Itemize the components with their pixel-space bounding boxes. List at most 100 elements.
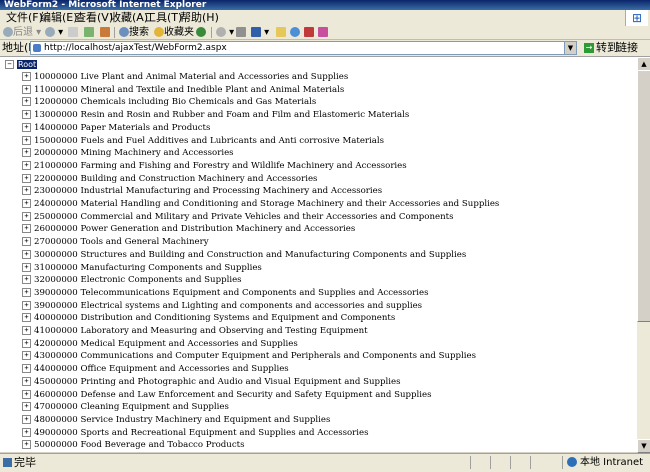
tree-node[interactable]: +24000000 Material Handling and Conditio… [22, 198, 499, 210]
tree-node-label[interactable]: 12000000 Chemicals including Bio Chemica… [34, 97, 316, 107]
tree-node[interactable]: +48000000 Service Industry Machinery and… [22, 414, 330, 426]
expand-icon[interactable]: + [22, 338, 31, 348]
tree-node[interactable]: +20000000 Mining Machinery and Accessori… [22, 147, 234, 159]
tree-node[interactable]: +50000000 Food Beverage and Tobacco Prod… [22, 439, 245, 451]
tree-node[interactable]: +11000000 Mineral and Textile and Inedib… [22, 84, 344, 96]
address-input[interactable]: http://localhost/ajaxTest/WebForm2.aspx … [30, 41, 577, 55]
tree-node-label[interactable]: 31000000 Manufacturing Components and Su… [34, 263, 262, 273]
tree-node-label[interactable]: 25000000 Commercial and Military and Pri… [34, 212, 453, 222]
expand-icon[interactable]: + [22, 84, 31, 94]
expand-icon[interactable]: + [22, 224, 31, 234]
home-button[interactable] [100, 26, 110, 39]
forward-button[interactable]: ▾ [45, 26, 63, 39]
expand-icon[interactable]: + [22, 122, 31, 132]
tree-node-label[interactable]: 10000000 Live Plant and Animal Material … [34, 72, 348, 82]
tree-node-label[interactable]: 41000000 Laboratory and Measuring and Ob… [34, 326, 368, 336]
expand-icon[interactable]: + [22, 326, 31, 335]
refresh-button[interactable] [84, 26, 94, 39]
expand-icon[interactable]: + [22, 440, 31, 450]
address-dropdown-icon[interactable]: ▼ [564, 42, 576, 54]
tree-node-label[interactable]: 11000000 Mineral and Textile and Inedibl… [34, 85, 344, 95]
expand-icon[interactable]: + [22, 414, 31, 424]
tree-node-label[interactable]: 20000000 Mining Machinery and Accessorie… [34, 148, 234, 158]
expand-icon[interactable]: + [22, 211, 31, 221]
expand-icon[interactable]: + [22, 72, 31, 81]
translate-button[interactable] [318, 26, 328, 39]
tree-node[interactable]: +12000000 Chemicals including Bio Chemic… [22, 96, 316, 108]
tree-node[interactable]: +13000000 Resin and Rosin and Rubber and… [22, 109, 409, 121]
tree-node-label[interactable]: 21000000 Farming and Fishing and Forestr… [34, 161, 407, 171]
print-button[interactable] [236, 26, 246, 39]
vertical-scrollbar[interactable]: ▲ ▼ [637, 57, 650, 453]
tree-node[interactable]: +32000000 Electronic Components and Supp… [22, 274, 242, 286]
tree-node[interactable]: +31000000 Manufacturing Components and S… [22, 262, 262, 274]
scroll-up-button[interactable]: ▲ [637, 57, 650, 71]
tree-node[interactable]: +25000000 Commercial and Military and Pr… [22, 211, 453, 223]
tree-node-label[interactable]: 48000000 Service Industry Machinery and … [34, 415, 330, 425]
collapse-icon[interactable]: − [5, 60, 14, 69]
tree-node-label[interactable]: 39000000 Electrical systems and Lighting… [34, 301, 422, 311]
tree-node[interactable]: +22000000 Building and Construction Mach… [22, 173, 317, 185]
tree-node-label[interactable]: 44000000 Office Equipment and Accessorie… [34, 364, 289, 374]
expand-icon[interactable]: + [22, 351, 31, 361]
tree-node[interactable]: +47000000 Cleaning Equipment and Supplie… [22, 401, 229, 413]
tree-node[interactable]: +21000000 Farming and Fishing and Forest… [22, 160, 407, 172]
tree-node[interactable]: +45000000 Printing and Photographic and … [22, 376, 401, 388]
expand-icon[interactable]: + [22, 173, 31, 183]
messenger-button[interactable] [290, 26, 300, 39]
expand-icon[interactable]: + [22, 186, 31, 196]
edit-word-button[interactable]: ▾ [251, 26, 269, 39]
tree-root-label[interactable]: Root [17, 60, 38, 69]
expand-icon[interactable]: + [22, 135, 31, 145]
tree-node-label[interactable]: 46000000 Defense and Law Enforcement and… [34, 390, 432, 400]
tree-node[interactable]: +41000000 Laboratory and Measuring and O… [22, 325, 368, 337]
tree-node[interactable]: +46000000 Defense and Law Enforcement an… [22, 389, 432, 401]
tree-node-label[interactable]: 40000000 Distribution and Conditioning S… [34, 313, 395, 323]
expand-icon[interactable]: + [22, 237, 31, 247]
tree-root[interactable]: − Root [5, 60, 38, 70]
go-button[interactable]: → 转到 [584, 41, 618, 55]
tree-node[interactable]: +39000000 Telecommunications Equipment a… [22, 287, 428, 299]
tree-node-label[interactable]: 39000000 Telecommunications Equipment an… [34, 288, 428, 298]
expand-icon[interactable]: + [22, 249, 31, 259]
history-button[interactable]: ▾ [216, 26, 234, 39]
tree-node[interactable]: +49000000 Sports and Recreational Equipm… [22, 427, 369, 439]
tree-node[interactable]: +42000000 Medical Equipment and Accessor… [22, 338, 298, 350]
tree-node-label[interactable]: 47000000 Cleaning Equipment and Supplies [34, 402, 229, 412]
tree-node-label[interactable]: 27000000 Tools and General Machinery [34, 237, 209, 247]
expand-icon[interactable]: + [22, 110, 31, 120]
tree-node-label[interactable]: 30000000 Structures and Building and Con… [34, 250, 466, 260]
expand-icon[interactable]: + [22, 199, 31, 208]
expand-icon[interactable]: + [22, 275, 31, 285]
tree-node-label[interactable]: 26000000 Power Generation and Distributi… [34, 224, 355, 234]
tree-node[interactable]: +40000000 Distribution and Conditioning … [22, 312, 395, 324]
expand-icon[interactable]: + [22, 389, 31, 399]
expand-icon[interactable]: + [22, 402, 31, 412]
tree-node-label[interactable]: 45000000 Printing and Photographic and A… [34, 377, 401, 387]
search-button[interactable]: 搜索 [119, 26, 149, 39]
tree-node-label[interactable]: 49000000 Sports and Recreational Equipme… [34, 428, 369, 438]
tree-node-label[interactable]: 42000000 Medical Equipment and Accessori… [34, 339, 298, 349]
media-button[interactable] [196, 26, 206, 39]
tree-node[interactable]: +43000000 Communications and Computer Eq… [22, 350, 476, 362]
expand-icon[interactable]: + [22, 313, 31, 323]
tree-node-label[interactable]: 14000000 Paper Materials and Products [34, 123, 210, 133]
tree-node[interactable]: +27000000 Tools and General Machinery [22, 236, 209, 248]
tree-node-label[interactable]: 43000000 Communications and Computer Equ… [34, 351, 476, 361]
menu-help[interactable]: 帮助(H) [178, 11, 221, 25]
expand-icon[interactable]: + [22, 376, 31, 386]
tree-node-label[interactable]: 15000000 Fuels and Fuel Additives and Lu… [34, 136, 384, 146]
tree-node[interactable]: +26000000 Power Generation and Distribut… [22, 223, 355, 235]
tree-node-label[interactable]: 32000000 Electronic Components and Suppl… [34, 275, 242, 285]
expand-icon[interactable]: + [22, 262, 31, 272]
expand-icon[interactable]: + [22, 364, 31, 374]
tree-node[interactable]: +14000000 Paper Materials and Products [22, 122, 210, 134]
tree-node-label[interactable]: 23000000 Industrial Manufacturing and Pr… [34, 186, 382, 196]
tree-node[interactable]: +44000000 Office Equipment and Accessori… [22, 363, 289, 375]
tree-node[interactable]: +30000000 Structures and Building and Co… [22, 249, 466, 261]
tree-node-label[interactable]: 24000000 Material Handling and Condition… [34, 199, 499, 209]
expand-icon[interactable]: + [22, 300, 31, 310]
tree-node[interactable]: +10000000 Live Plant and Animal Material… [22, 71, 348, 83]
expand-icon[interactable]: + [22, 427, 31, 437]
research-button[interactable] [304, 26, 314, 39]
